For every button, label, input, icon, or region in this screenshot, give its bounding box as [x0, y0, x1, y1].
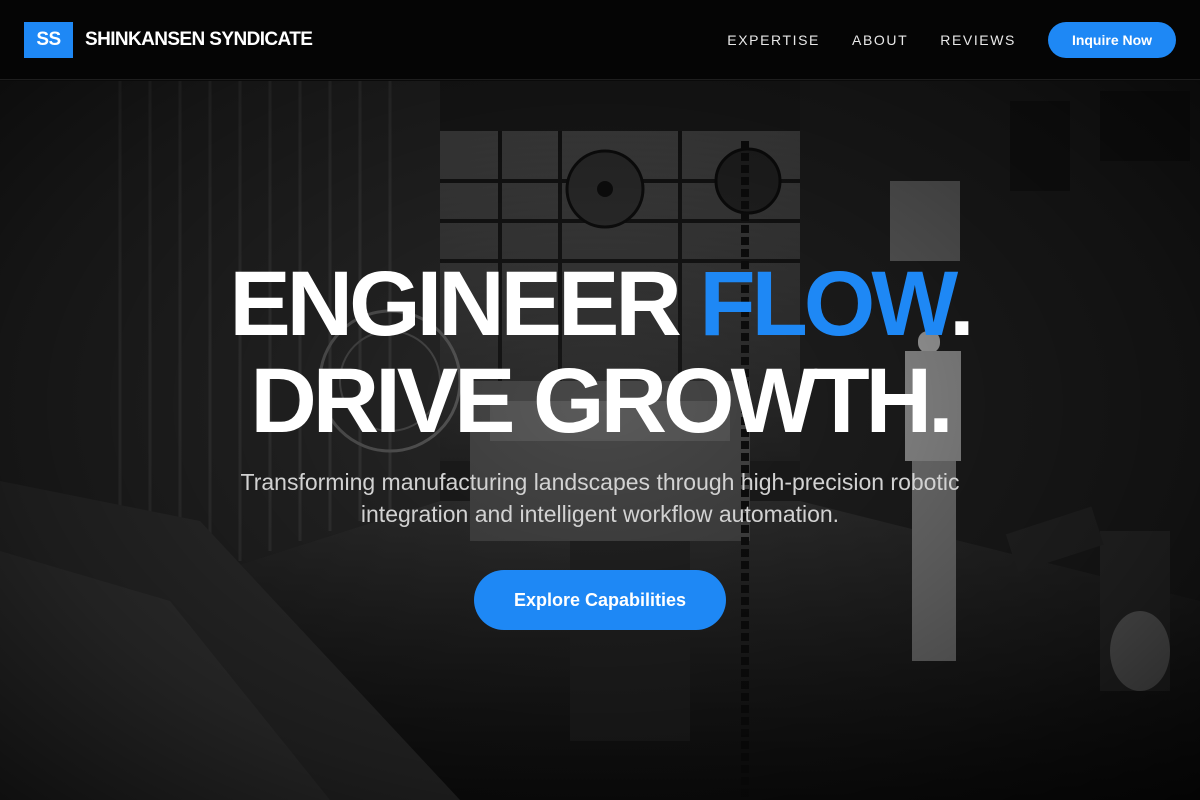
brand-name: SHINKANSEN SYNDICATE [85, 28, 313, 50]
nav-link-expertise[interactable]: EXPERTISE [727, 32, 820, 48]
hero-subtitle: Transforming manufacturing landscapes th… [240, 469, 960, 527]
site-header: SS SHINKANSEN SYNDICATE EXPERTISE ABOUT … [0, 0, 1200, 80]
logo-badge: SS [24, 21, 73, 58]
explore-capabilities-button[interactable]: Explore Capabilities [474, 570, 726, 630]
hero-headline-line1: ENGINEER FLOW. [0, 258, 1200, 350]
nav-link-about[interactable]: ABOUT [852, 32, 908, 48]
headline-accent-flow: FLOW [699, 253, 953, 355]
headline-period: . [949, 253, 974, 355]
nav-link-reviews[interactable]: REVIEWS [940, 32, 1016, 48]
inquire-now-button[interactable]: Inquire Now [1048, 21, 1176, 58]
main-nav: EXPERTISE ABOUT REVIEWS Inquire Now [695, 21, 1176, 58]
headline-word-engineer: ENGINEER [229, 253, 700, 355]
brand-logo-link[interactable]: SS SHINKANSEN SYNDICATE [24, 21, 313, 58]
hero-headline-line2: DRIVE GROWTH. [250, 350, 953, 452]
